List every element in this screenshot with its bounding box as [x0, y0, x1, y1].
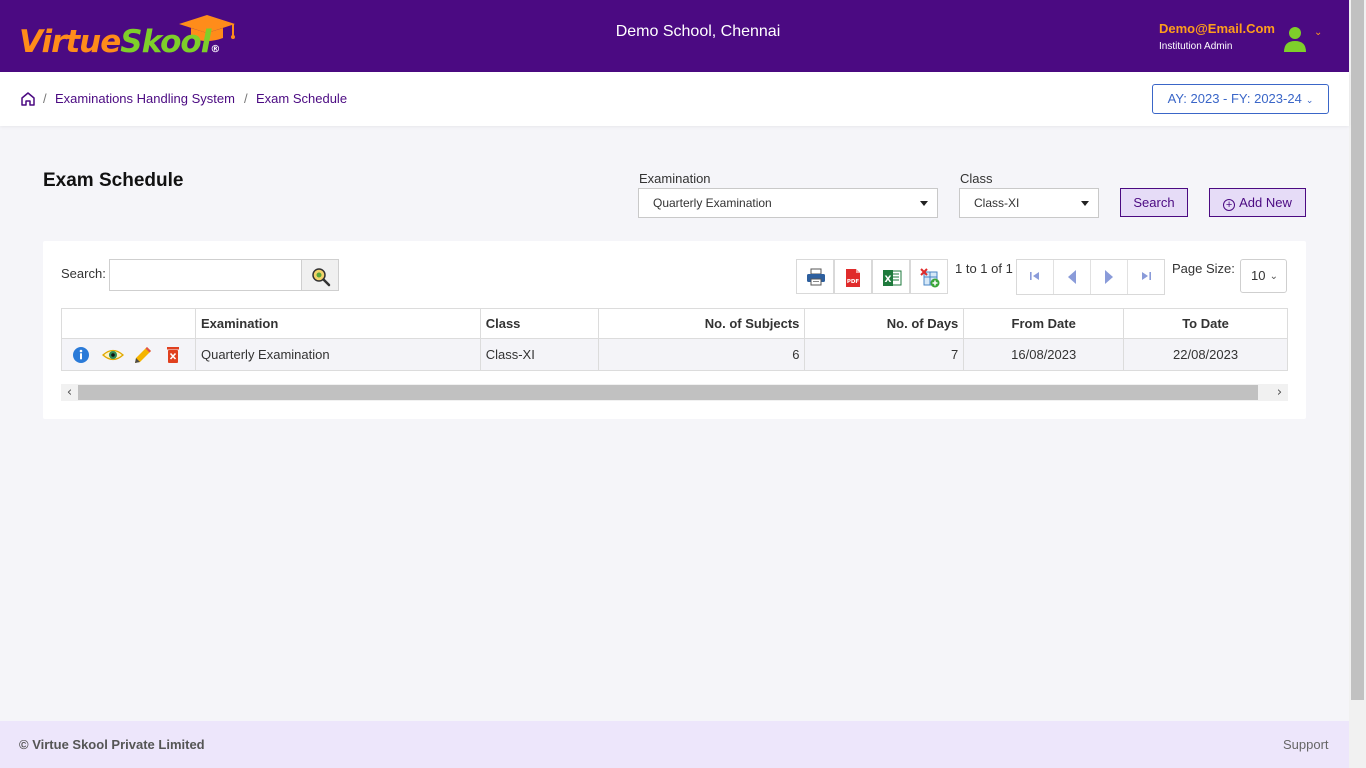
- search-button[interactable]: Search: [1120, 188, 1188, 217]
- next-page-button[interactable]: [1091, 260, 1128, 294]
- exam-schedule-table: Examination Class No. of Subjects No. of…: [61, 308, 1288, 371]
- horizontal-scrollbar[interactable]: ‹ ›: [61, 384, 1288, 401]
- school-name: Demo School, Chennai: [615, 23, 781, 40]
- table-header-row: Examination Class No. of Subjects No. of…: [61, 308, 1288, 339]
- first-page-button[interactable]: [1017, 260, 1054, 294]
- examination-filter-label: Examination: [639, 171, 711, 186]
- cell-examination: Quarterly Examination: [194, 338, 481, 371]
- column-header-class[interactable]: Class: [479, 308, 599, 339]
- breadcrumb-separator: /: [43, 91, 47, 106]
- scroll-right-icon[interactable]: ›: [1271, 384, 1288, 401]
- actions-column-header: [61, 308, 196, 339]
- chevron-down-icon: ⌄: [1269, 271, 1278, 282]
- last-page-button[interactable]: [1128, 260, 1165, 294]
- add-new-label: Add New: [1239, 195, 1292, 210]
- cell-to-date: 22/08/2023: [1123, 338, 1288, 371]
- exam-schedule-grid: Search: PDF X 1 to 1 of 1 Page Size: 10 …: [43, 241, 1306, 419]
- row-actions: [61, 338, 196, 371]
- user-role: Institution Admin: [1159, 41, 1233, 52]
- svg-text:PDF: PDF: [847, 279, 860, 285]
- breadcrumb-examinations[interactable]: Examinations Handling System: [55, 91, 235, 107]
- user-avatar-icon[interactable]: [1283, 25, 1307, 53]
- academic-year-dropdown[interactable]: AY: 2023 - FY: 2023-24 ⌄: [1152, 84, 1329, 114]
- grid-search-input[interactable]: [109, 259, 302, 291]
- grid-search-label: Search:: [61, 266, 106, 281]
- first-page-icon: [1030, 272, 1039, 280]
- top-header: VirtueSkool® Demo School, Chennai Demo@E…: [0, 0, 1349, 72]
- export-columns-button[interactable]: [910, 259, 948, 294]
- edit-icon[interactable]: [133, 346, 154, 364]
- printer-icon: [807, 268, 825, 286]
- last-page-icon: [1142, 272, 1151, 280]
- pagination: [1016, 259, 1165, 295]
- search-icon: [312, 268, 331, 287]
- page-size-select[interactable]: 10 ⌄: [1240, 259, 1287, 293]
- column-header-days[interactable]: No. of Days: [804, 308, 965, 339]
- support-link[interactable]: Support: [1283, 737, 1329, 753]
- previous-page-button[interactable]: [1054, 260, 1091, 294]
- breadcrumb: / Examinations Handling System / Exam Sc…: [0, 72, 1349, 126]
- horizontal-scrollbar-thumb[interactable]: [78, 385, 1258, 400]
- delete-icon[interactable]: [164, 346, 185, 364]
- page-size-value: 10: [1251, 268, 1266, 283]
- cell-days: 7: [804, 338, 965, 371]
- next-page-icon: [1105, 270, 1113, 284]
- grid-search-button[interactable]: [301, 259, 339, 291]
- record-range-text: 1 to 1 of 1: [955, 261, 1013, 276]
- brand-logo-text: VirtueSkool®: [19, 24, 220, 60]
- view-icon[interactable]: [102, 346, 124, 364]
- user-email[interactable]: Demo@Email.Com: [1159, 21, 1275, 37]
- chevron-down-icon[interactable]: ⌄: [1314, 27, 1322, 39]
- print-button[interactable]: [796, 259, 834, 294]
- excel-icon: X: [883, 270, 902, 286]
- plus-circle-icon: +: [1223, 199, 1236, 211]
- column-header-to-date[interactable]: To Date: [1123, 308, 1288, 339]
- info-icon[interactable]: [71, 346, 92, 364]
- scroll-left-icon[interactable]: ‹: [61, 384, 78, 401]
- class-select[interactable]: Class-XI: [959, 188, 1099, 218]
- footer: © Virtue Skool Private Limited Support: [0, 721, 1349, 768]
- table-row: Quarterly Examination Class-XI 6 7 16/08…: [61, 338, 1288, 371]
- add-new-button[interactable]: + Add New: [1209, 188, 1306, 217]
- cell-subjects: 6: [597, 338, 806, 371]
- column-header-subjects[interactable]: No. of Subjects: [597, 308, 806, 339]
- page-size-label: Page Size:: [1172, 261, 1235, 276]
- cell-class: Class-XI: [479, 338, 599, 371]
- examination-select-value: Quarterly Examination: [653, 196, 772, 210]
- copyright-text: © Virtue Skool Private Limited: [19, 737, 205, 752]
- brand-logo[interactable]: VirtueSkool®: [19, 14, 243, 60]
- class-filter-label: Class: [960, 171, 993, 186]
- svg-text:X: X: [885, 275, 892, 285]
- export-pdf-button[interactable]: PDF: [834, 259, 872, 294]
- column-header-from-date[interactable]: From Date: [963, 308, 1125, 339]
- breadcrumb-separator: /: [244, 91, 248, 106]
- class-select-value: Class-XI: [974, 196, 1020, 210]
- column-header-examination[interactable]: Examination: [194, 308, 481, 339]
- academic-year-label: AY: 2023 - FY: 2023-24: [1167, 91, 1302, 106]
- page-title: Exam Schedule: [43, 170, 184, 191]
- vertical-scrollbar[interactable]: [1349, 0, 1366, 768]
- vertical-scrollbar-thumb[interactable]: [1351, 0, 1364, 700]
- breadcrumb-exam-schedule[interactable]: Exam Schedule: [256, 91, 347, 107]
- export-columns-icon: [920, 268, 940, 288]
- pdf-icon: PDF: [846, 269, 860, 287]
- chevron-down-icon: ⌄: [1305, 95, 1314, 105]
- caret-down-icon: [1081, 201, 1089, 206]
- cell-from-date: 16/08/2023: [963, 338, 1125, 371]
- previous-page-icon: [1068, 270, 1076, 284]
- home-icon[interactable]: [20, 91, 36, 107]
- examination-select[interactable]: Quarterly Examination: [638, 188, 938, 218]
- export-excel-button[interactable]: X: [872, 259, 910, 294]
- caret-down-icon: [920, 201, 928, 206]
